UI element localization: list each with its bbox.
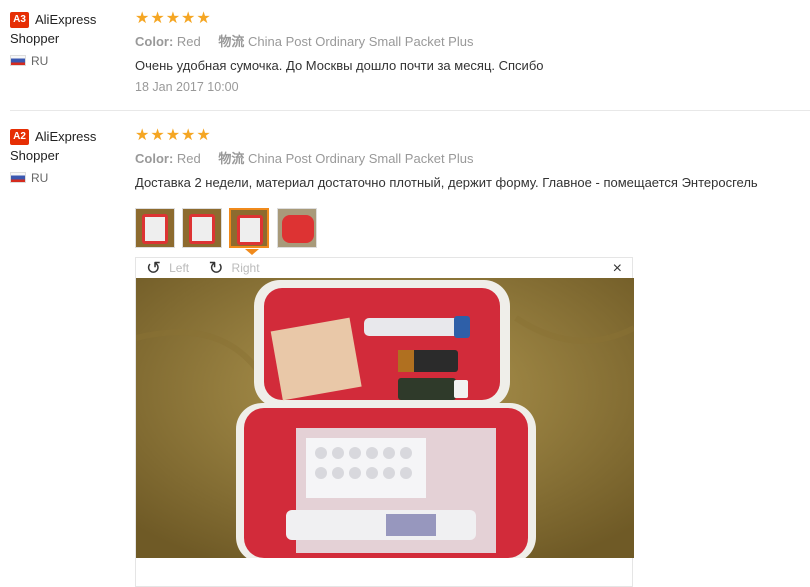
review-thumbnail-3[interactable] <box>229 208 269 248</box>
review-text: Очень удобная сумочка. До Москвы дошло п… <box>135 58 544 73</box>
review-thumbnail-1[interactable] <box>135 208 175 248</box>
order-info: Color: Red 物流 China Post Ordinary Small … <box>135 34 474 49</box>
review-content: ★★★★★ Color: Red 物流 China Post Ordinary … <box>135 127 800 587</box>
rotate-left-button[interactable]: ↺ Left <box>146 258 197 278</box>
star-rating: ★★★★★ <box>135 10 212 27</box>
first-aid-bag-photo <box>136 278 634 558</box>
review-thumbnail-2[interactable] <box>182 208 222 248</box>
buyer-level-badge: A2 <box>10 129 29 145</box>
review-content: ★★★★★ Color: Red 物流 China Post Ordinary … <box>135 10 800 94</box>
reviewer-info: A3 AliExpress Shopper RU <box>10 10 130 68</box>
order-info: Color: Red 物流 China Post Ordinary Small … <box>135 151 474 166</box>
review-thumbnail-4[interactable] <box>277 208 317 248</box>
reviewer-country: RU <box>10 171 130 185</box>
rotate-right-icon: ↻ <box>208 258 224 278</box>
russia-flag-icon <box>10 55 26 66</box>
reviewer-name[interactable]: A3 AliExpress Shopper <box>10 10 130 48</box>
active-thumbnail-pointer <box>245 249 259 255</box>
reviewer-info: A2 AliExpress Shopper RU <box>10 127 130 185</box>
close-icon[interactable]: × <box>613 260 622 278</box>
review-photo <box>136 278 634 558</box>
rotate-right-button[interactable]: ↻ Right <box>208 258 267 278</box>
review-date: 18 Jan 2017 10:00 <box>135 80 239 94</box>
review-text: Доставка 2 недели, материал достаточно п… <box>135 175 758 190</box>
divider <box>10 110 810 111</box>
star-rating: ★★★★★ <box>135 127 212 144</box>
image-viewer: ↺ Left ↻ Right × <box>135 257 634 587</box>
viewer-toolbar: ↺ Left ↻ Right <box>146 259 276 277</box>
rotate-left-icon: ↺ <box>146 258 162 278</box>
buyer-level-badge: A3 <box>10 12 29 28</box>
reviewer-name[interactable]: A2 AliExpress Shopper <box>10 127 130 165</box>
russia-flag-icon <box>10 172 26 183</box>
reviewer-country: RU <box>10 54 130 68</box>
